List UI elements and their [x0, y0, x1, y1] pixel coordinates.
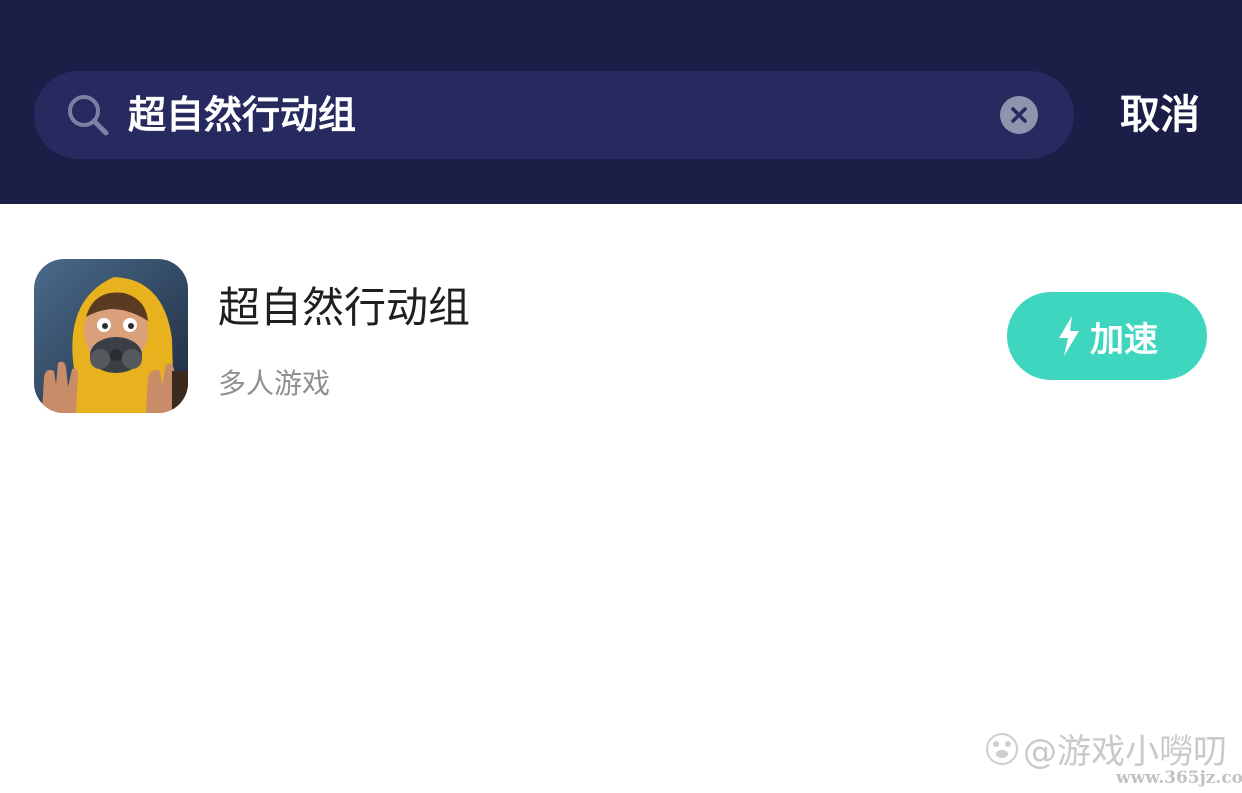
- game-title: 超自然行动组: [218, 283, 471, 332]
- paw-icon: [986, 732, 1018, 765]
- search-icon: [68, 95, 109, 136]
- search-query-text[interactable]: 超自然行动组: [128, 71, 356, 159]
- boost-button-label: 加速: [1090, 319, 1158, 360]
- search-input[interactable]: 超自然行动组: [34, 71, 1074, 159]
- boost-button[interactable]: 加速: [1007, 292, 1207, 380]
- watermark: @游戏小嘮叨: [985, 724, 1227, 773]
- watermark-handle: @游戏小嘮叨: [1023, 732, 1227, 772]
- search-screen: 超自然行动组 取消 超自然行动组 多人游戏 加速 @游戏小嘮叨 www.365j…: [0, 0, 1242, 793]
- game-category: 多人游戏: [218, 367, 331, 400]
- lightning-icon: [1059, 316, 1079, 356]
- game-icon[interactable]: [34, 259, 188, 413]
- cancel-button[interactable]: 取消: [1100, 71, 1220, 159]
- clear-icon[interactable]: [1000, 96, 1038, 134]
- close-icon: [1011, 107, 1027, 123]
- search-header: 超自然行动组 取消: [0, 0, 1242, 204]
- list-item[interactable]: 超自然行动组 多人游戏 加速: [0, 204, 1242, 444]
- game-artwork-icon: [34, 259, 188, 413]
- watermark-url: www.365jz.com: [1116, 768, 1242, 788]
